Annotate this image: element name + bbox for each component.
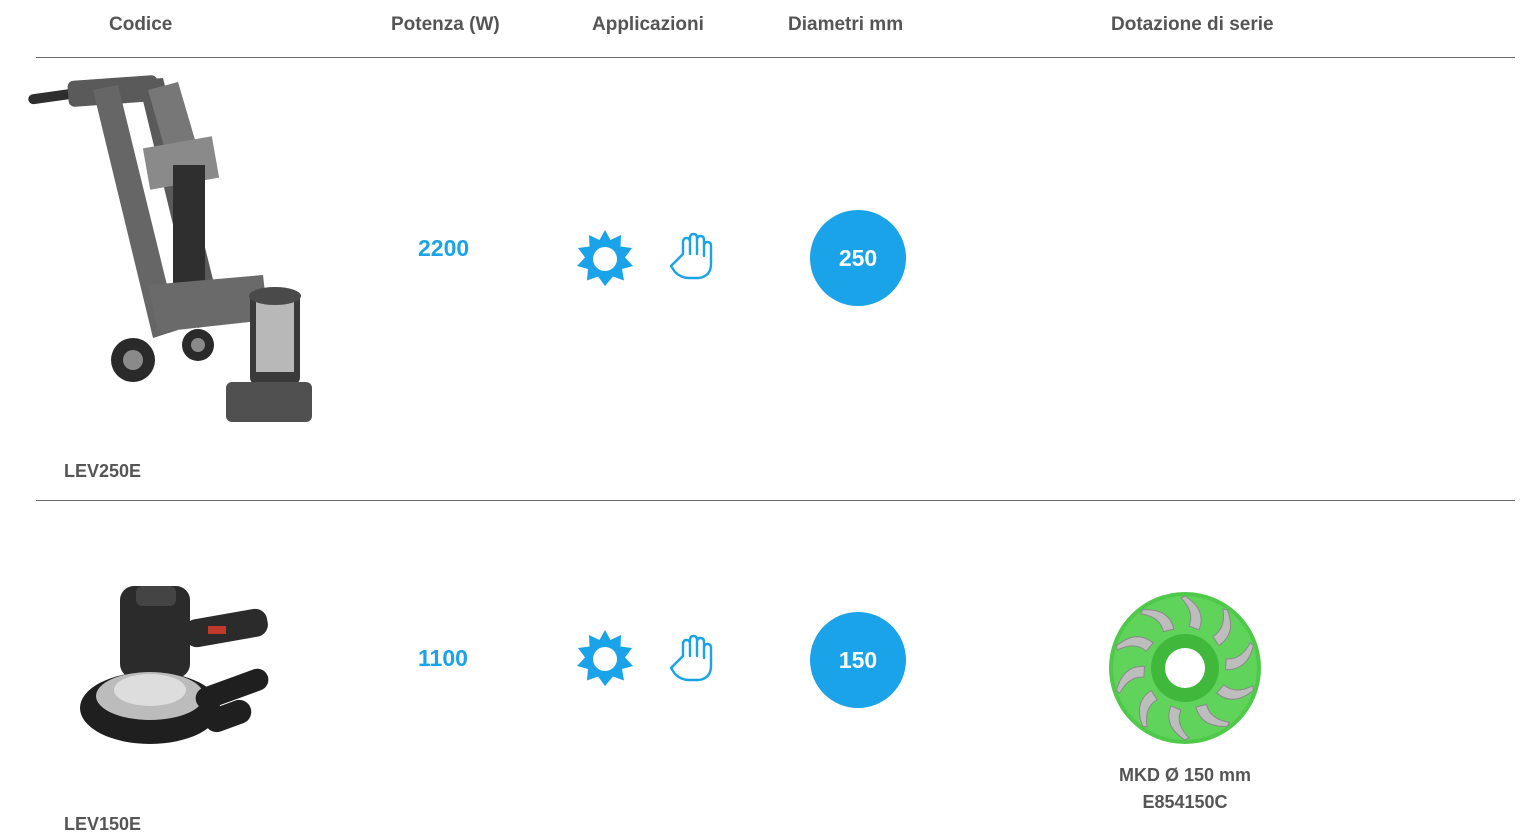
power-value: 2200 bbox=[418, 235, 470, 261]
header-code: Codice bbox=[109, 14, 173, 35]
header-power: Potenza (W) bbox=[391, 14, 500, 35]
product-code: LEV250E bbox=[64, 461, 142, 481]
accessory-code: E854150C bbox=[1142, 792, 1228, 812]
sun-icon bbox=[577, 630, 633, 686]
diameter-badge: 250 bbox=[810, 210, 906, 306]
diameter-badge: 150 bbox=[810, 612, 906, 708]
header-equipment: Dotazione di serie bbox=[1111, 14, 1274, 35]
power-value: 1100 bbox=[418, 645, 468, 671]
accessory-name: MKD Ø 150 mm bbox=[1118, 765, 1252, 785]
hand-grinder-image bbox=[80, 586, 269, 744]
header-applications: Applicazioni bbox=[592, 14, 704, 35]
accessory-label: MKD Ø 150 mm E854150C bbox=[1065, 762, 1305, 816]
hand-icon bbox=[669, 634, 713, 682]
sun-icon bbox=[577, 230, 633, 286]
hand-icon bbox=[669, 232, 713, 280]
floor-grinder-image bbox=[28, 75, 312, 422]
row-divider bbox=[36, 500, 1515, 501]
header-divider bbox=[36, 57, 1515, 58]
product-code: LEV150E bbox=[64, 814, 142, 834]
diamond-cup-wheel-image bbox=[1109, 592, 1261, 744]
header-diameters: Diametri mm bbox=[788, 14, 904, 35]
